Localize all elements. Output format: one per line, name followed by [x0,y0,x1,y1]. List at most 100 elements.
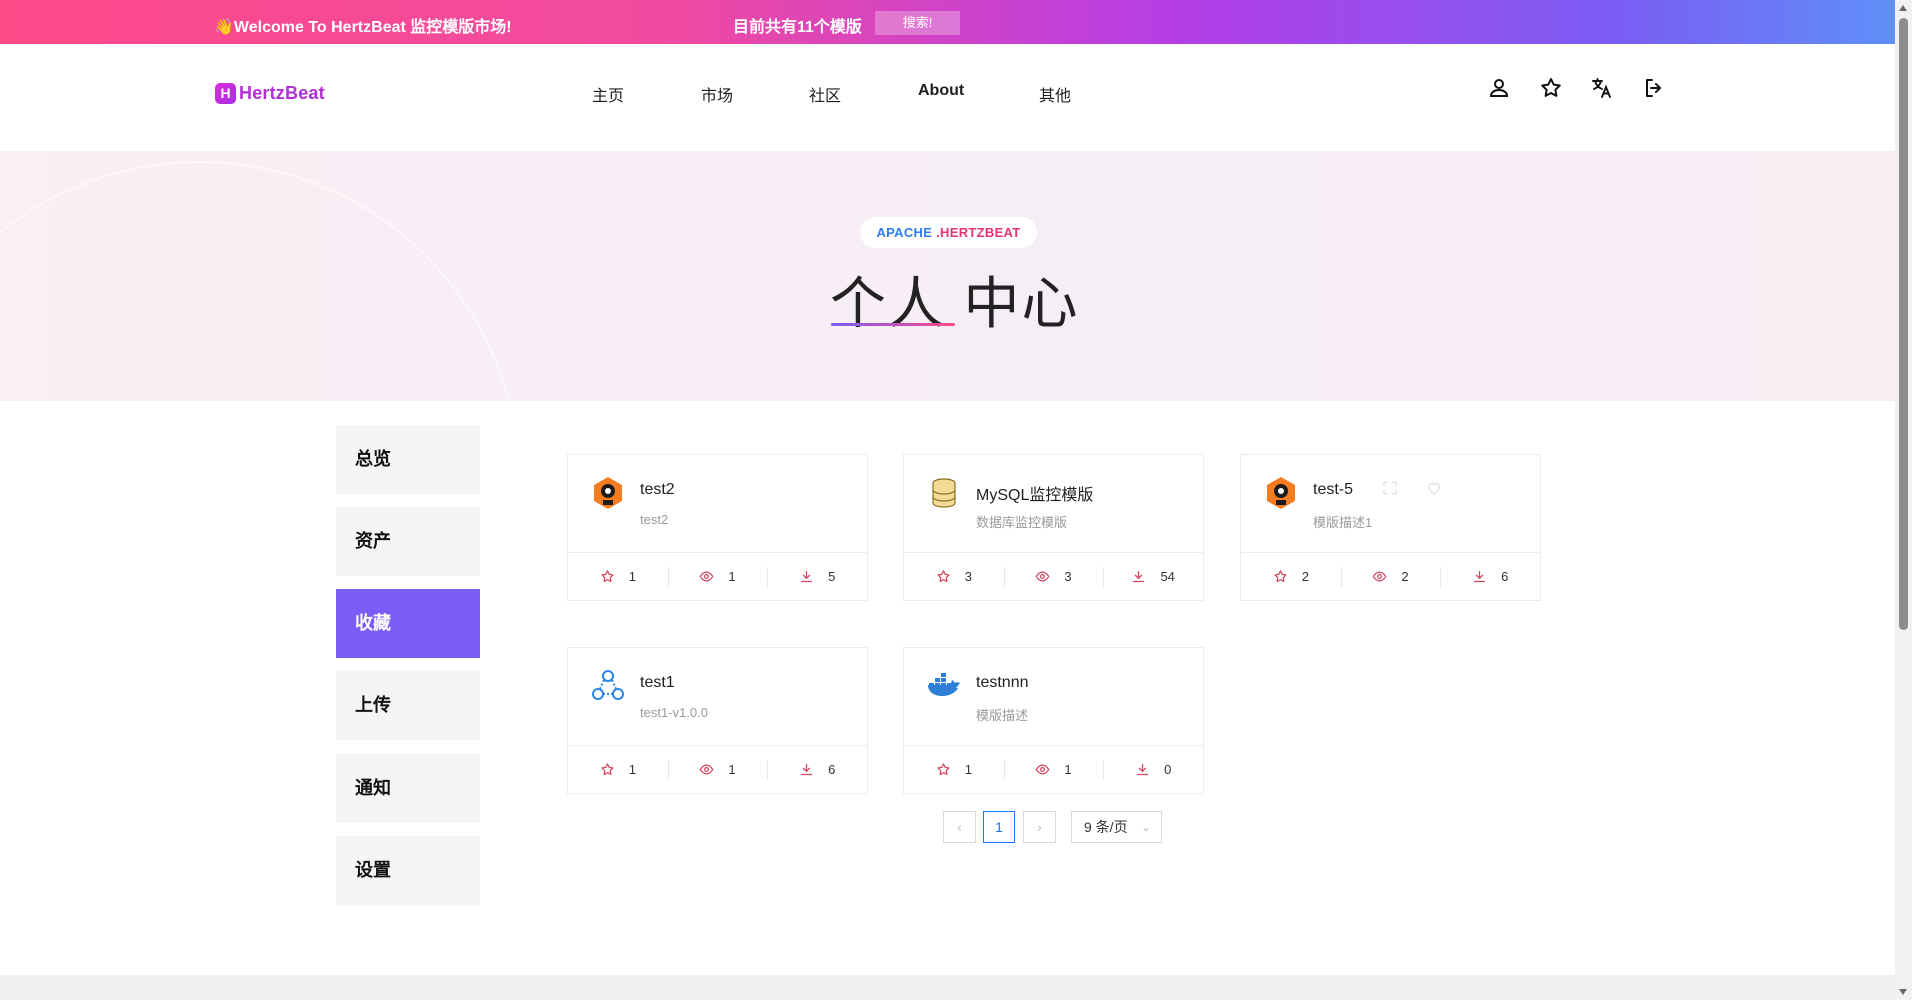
star-icon [937,570,950,583]
heart-icon[interactable] [1425,479,1443,497]
scroll-up-arrow-icon[interactable] [1899,5,1907,11]
eye-icon [699,764,714,775]
scroll-down-arrow-icon[interactable] [1899,989,1907,995]
template-count-text: 目前共有11个模版 [733,19,862,36]
decorative-arc [0,161,520,401]
nav-item-other[interactable]: 其他 [1039,82,1071,106]
page-size-label: 9 条/页 [1084,819,1128,835]
prometheus-icon [1263,475,1299,511]
downloads-count: 5 [828,569,836,584]
hero-section: APACHE .HERTZBEAT 个人 中心 [0,151,1895,401]
stat-stars[interactable]: 1 [904,746,1004,793]
brand-tag-part1: APACHE [876,225,937,240]
announcement-banner: 👋Welcome To HertzBeat 监控模版市场! 目前共有11个模版 … [0,0,1895,44]
sidebar-item-favorites[interactable]: 收藏 [336,589,480,658]
views-count: 1 [728,569,736,584]
stat-downloads[interactable]: 54 [1103,553,1203,600]
stat-stars[interactable]: 2 [1241,553,1341,600]
sidebar-item-settings[interactable]: 设置 [336,836,480,905]
stars-count: 1 [628,569,636,584]
download-icon [1473,570,1486,583]
stat-stars[interactable]: 1 [568,746,668,793]
template-card[interactable]: test2 test2 1 1 5 [567,454,868,601]
search-button[interactable]: 搜索! [875,11,960,35]
prev-page-button[interactable]: ‹ [943,811,976,843]
eye-icon [1035,764,1050,775]
stat-downloads[interactable]: 0 [1103,746,1203,793]
stat-downloads[interactable]: 6 [1440,553,1540,600]
nav-item-market[interactable]: 市场 [701,82,733,106]
card-stats: 1 1 0 [904,745,1203,793]
nav-item-about[interactable]: About [918,82,964,100]
logout-icon[interactable] [1642,76,1668,102]
download-icon [1136,763,1149,776]
downloads-count: 54 [1160,569,1175,584]
card-title[interactable]: testnnn [976,674,1028,692]
stat-views: 3 [1003,553,1104,600]
cluster-icon [590,668,626,704]
stat-stars[interactable]: 1 [568,553,668,600]
next-page-button[interactable]: › [1023,811,1056,843]
template-card[interactable]: MySQL监控模版 数据库监控模版 3 3 54 [903,454,1204,601]
star-icon [601,570,614,583]
stars-count: 3 [964,569,972,584]
views-count: 3 [1064,569,1072,584]
translate-icon[interactable] [1590,76,1616,102]
page-size-select[interactable]: 9 条/页 ⌄ [1071,811,1162,843]
card-stats: 1 1 6 [568,745,867,793]
welcome-text: 👋Welcome To HertzBeat 监控模版市场! [214,19,512,36]
card-description: test1-v1.0.0 [640,705,708,720]
stat-views: 1 [1003,746,1104,793]
card-description: 模版描述1 [1313,515,1373,530]
prometheus-icon [590,475,626,511]
nav-item-home[interactable]: 主页 [592,82,624,106]
star-icon [1274,570,1287,583]
downloads-count: 6 [1501,569,1509,584]
star-icon [601,763,614,776]
page-title: 个人 中心 [830,272,1080,335]
views-count: 2 [1401,569,1409,584]
card-title[interactable]: test-5 [1313,481,1353,499]
page-scrollbar[interactable] [1895,0,1912,1000]
page-number-button[interactable]: 1 [983,811,1015,843]
eye-icon [1372,571,1387,582]
card-title[interactable]: MySQL监控模版 [976,481,1093,505]
scrollbar-thumb[interactable] [1899,18,1908,630]
expand-icon[interactable] [1381,479,1399,497]
download-icon [1133,570,1145,583]
views-count: 1 [1064,762,1072,777]
nav-item-community[interactable]: 社区 [809,82,841,106]
sidebar-item-overview[interactable]: 总览 [336,425,480,494]
user-icon[interactable] [1487,76,1513,102]
card-stats: 2 2 6 [1241,552,1540,600]
eye-icon [1035,571,1050,582]
database-icon [926,475,962,511]
docker-icon [926,668,962,704]
stat-downloads[interactable]: 6 [767,746,867,793]
card-description: 数据库监控模版 [976,515,1068,530]
downloads-count: 0 [1164,762,1172,777]
logo-mark-icon: H [215,83,236,104]
template-card[interactable]: test-5 模版描述1 2 2 6 [1240,454,1541,601]
stat-stars[interactable]: 3 [904,553,1004,600]
sidebar-item-notifications[interactable]: 通知 [336,754,480,823]
star-icon [937,763,950,776]
logo-text: HertzBeat [239,83,325,103]
title-underline [831,323,955,326]
stat-downloads[interactable]: 5 [767,553,867,600]
footer [0,975,1895,1000]
card-title[interactable]: test2 [640,481,675,499]
template-card[interactable]: testnnn 模版描述 1 1 0 [903,647,1204,794]
chevron-down-icon: ⌄ [1140,820,1151,834]
logo[interactable]: H HertzBeat [215,83,325,104]
star-icon[interactable] [1539,76,1565,102]
card-stats: 1 1 5 [568,552,867,600]
brand-tag: APACHE .HERTZBEAT [860,217,1037,248]
template-card[interactable]: test1 test1-v1.0.0 1 1 6 [567,647,868,794]
card-title[interactable]: test1 [640,674,675,692]
download-icon [800,763,813,776]
sidebar-item-assets[interactable]: 资产 [336,507,480,576]
sidebar-item-upload[interactable]: 上传 [336,671,480,740]
stars-count: 1 [964,762,972,777]
site-header: H HertzBeat 主页 市场 社区 About 其他 [0,44,1895,151]
